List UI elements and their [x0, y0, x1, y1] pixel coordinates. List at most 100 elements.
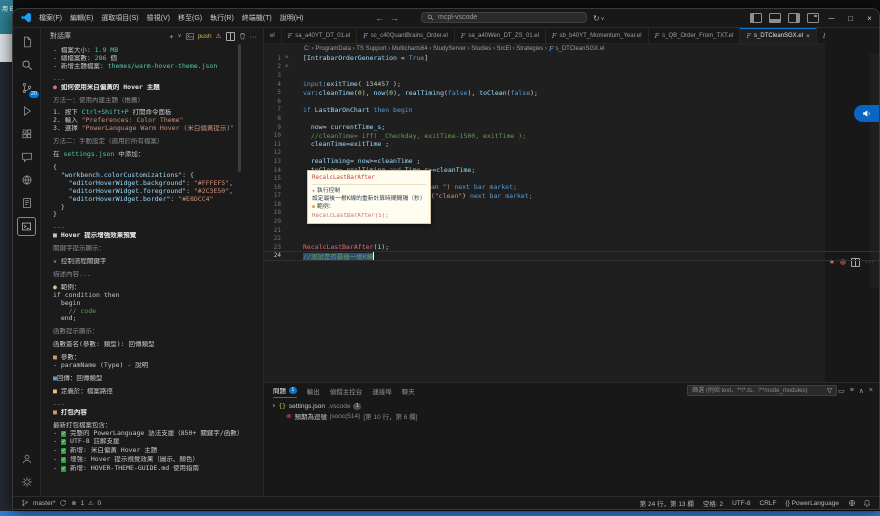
errors-icon[interactable]: ⊗: [71, 500, 76, 507]
notebook-icon[interactable]: [18, 194, 35, 211]
chat-line: end;: [53, 315, 77, 323]
customize-layout-icon[interactable]: [807, 13, 819, 23]
menu-item[interactable]: 檢視(V): [147, 13, 170, 23]
back-icon[interactable]: ←: [375, 13, 384, 23]
menu-item[interactable]: 編輯(E): [70, 13, 93, 23]
line-number: 9: [277, 123, 281, 131]
chat-line: 函數提示顯示：: [53, 328, 99, 336]
explorer-icon[interactable]: [18, 33, 35, 50]
maximize-button[interactable]: □: [841, 9, 860, 27]
chat-line: ---: [53, 400, 65, 408]
problem-row[interactable]: ⊗ 預期為逗號 jsonc(514) [第 10 行，第 6 欄]: [272, 411, 879, 422]
status-item[interactable]: 空格: 2: [703, 498, 723, 508]
reload-dropdown-button[interactable]: ↻ ∨: [593, 9, 604, 27]
chat-line: ★ 控制流程關鍵字: [53, 258, 107, 266]
split-editor-icon[interactable]: [225, 31, 235, 41]
menu-item[interactable]: 移至(G): [178, 13, 202, 23]
line-number: 13: [273, 157, 281, 165]
editor-tab[interactable]: F sa_a40Wen_DT_ZS_01.el: [454, 28, 546, 43]
sync-icon[interactable]: [59, 499, 67, 507]
maximize-panel-icon[interactable]: ∧: [859, 387, 864, 395]
close-panel-icon[interactable]: ×: [869, 387, 873, 394]
search-sidebar-icon[interactable]: [18, 56, 35, 73]
notification-pill[interactable]: [854, 105, 879, 122]
menu-item[interactable]: 說明(H): [280, 13, 304, 23]
run-debug-icon[interactable]: [18, 102, 35, 119]
code-line: 22: [264, 234, 879, 243]
image-icon[interactable]: [185, 32, 194, 40]
bell-icon[interactable]: [863, 499, 871, 507]
code-editor[interactable]: ⚠ ⚠ 1 [IntrabarOrderGeneration = True] 2…: [264, 53, 879, 382]
trash-icon[interactable]: [239, 32, 246, 40]
breadcrumb[interactable]: C: › ProgramData › TS Support › Multicha…: [264, 44, 879, 53]
forward-icon[interactable]: →: [390, 13, 399, 23]
line-number: 4: [277, 80, 281, 88]
filter-funnel-icon[interactable]: [826, 387, 833, 394]
panel-tab[interactable]: 偵錯主控台: [330, 383, 363, 398]
chat-line: }: [53, 203, 65, 211]
file-problem-count: 1: [353, 402, 362, 410]
source-control-icon[interactable]: 20: [18, 79, 39, 98]
chat-line: - ✓ 新增: 米白偏黃 Hover 主題: [53, 447, 158, 455]
more-actions-icon[interactable]: ···: [250, 32, 258, 41]
editor-tab[interactable]: F sa_a40YT_DT_01.el: [281, 28, 358, 43]
chevron-down-icon[interactable]: ∨: [178, 33, 182, 39]
menu-item[interactable]: 檔案(F): [39, 13, 62, 23]
toggle-sidebar-icon[interactable]: [750, 13, 762, 23]
panel-tab[interactable]: 聊天: [402, 383, 415, 398]
megaphone-icon: [863, 110, 870, 117]
problem-location: [第 10 行，第 6 欄]: [363, 414, 418, 421]
problems-filter-input[interactable]: [687, 385, 838, 396]
menu-item[interactable]: 執行(R): [210, 13, 234, 23]
chat-line: ---: [53, 224, 65, 232]
warnings-icon[interactable]: ⚠: [88, 500, 93, 507]
editor-tab[interactable]: F sb_b40YT_Momentum_Year.el: [545, 28, 649, 43]
line-number: 3: [277, 71, 281, 79]
command-center-search[interactable]: mcpl-vscode: [421, 12, 587, 23]
panel-tab[interactable]: 連接埠: [372, 383, 392, 398]
line-number: 22: [273, 235, 281, 243]
toggle-secondary-sidebar-icon[interactable]: [788, 13, 800, 23]
chat-line: - 檔案大小: 1.9 MB: [53, 47, 119, 54]
chat-line: 方法二：手動設定（適用於所有檔案）: [53, 138, 164, 146]
terminal-icon[interactable]: [17, 217, 36, 236]
code-line: 12: [264, 149, 879, 158]
push-label[interactable]: push: [198, 33, 212, 40]
chat-line: ● 如何使用米白偏黃的 Hover 主題: [53, 83, 160, 91]
settings-gear-icon[interactable]: [18, 473, 35, 490]
editor-tab[interactable]: el: [264, 28, 282, 43]
warnings-count[interactable]: 0: [97, 500, 101, 507]
editor-tab[interactable]: F sc_c40QuantBrains_Order.el: [357, 28, 455, 43]
menu-item[interactable]: 終端機(T): [242, 13, 272, 23]
account-icon[interactable]: [18, 450, 35, 467]
menu-item[interactable]: 選取項目(S): [101, 13, 138, 23]
errors-count[interactable]: 1: [80, 500, 84, 507]
minimize-button[interactable]: ─: [822, 9, 841, 27]
sidebar-scrollbar[interactable]: [238, 44, 241, 172]
add-icon[interactable]: +: [169, 32, 173, 41]
close-button[interactable]: ×: [860, 9, 879, 27]
line-number: 16: [273, 183, 281, 191]
status-item[interactable]: 第 24 行，第 13 欄: [640, 498, 694, 508]
panel-tab[interactable]: 問題 1: [273, 383, 297, 398]
status-item[interactable]: UTF-8: [732, 500, 750, 507]
editor-tab[interactable]: F s_QB_Order_From_TXT.el: [648, 28, 741, 43]
tooltip-function-name: RecalcLastBarAfter: [312, 174, 426, 185]
extensions-icon[interactable]: [18, 125, 35, 142]
problems-file-group[interactable]: ∨ {} settings.json .vscode 1: [272, 401, 879, 411]
editor-scrollbar[interactable]: [870, 53, 879, 288]
view-as-table-icon[interactable]: ▭: [838, 387, 845, 395]
chat-icon[interactable]: [18, 148, 35, 165]
toggle-panel-icon[interactable]: [769, 13, 781, 23]
status-item[interactable]: CRLF: [760, 500, 777, 507]
json-file-icon: {}: [278, 402, 286, 410]
collapse-all-icon[interactable]: ≡: [850, 387, 854, 394]
panel-tab[interactable]: 輸出: [307, 383, 320, 398]
globe-icon[interactable]: [848, 499, 856, 507]
close-tab-icon[interactable]: ×: [806, 33, 810, 40]
git-branch-label[interactable]: master*: [33, 500, 55, 507]
editor-tab[interactable]: F s_DTCleanSGX.el ×: [740, 28, 817, 43]
remote-explorer-icon[interactable]: [18, 171, 35, 188]
line-number: 24: [273, 252, 281, 260]
status-item[interactable]: {} PowerLanguage: [786, 500, 840, 507]
